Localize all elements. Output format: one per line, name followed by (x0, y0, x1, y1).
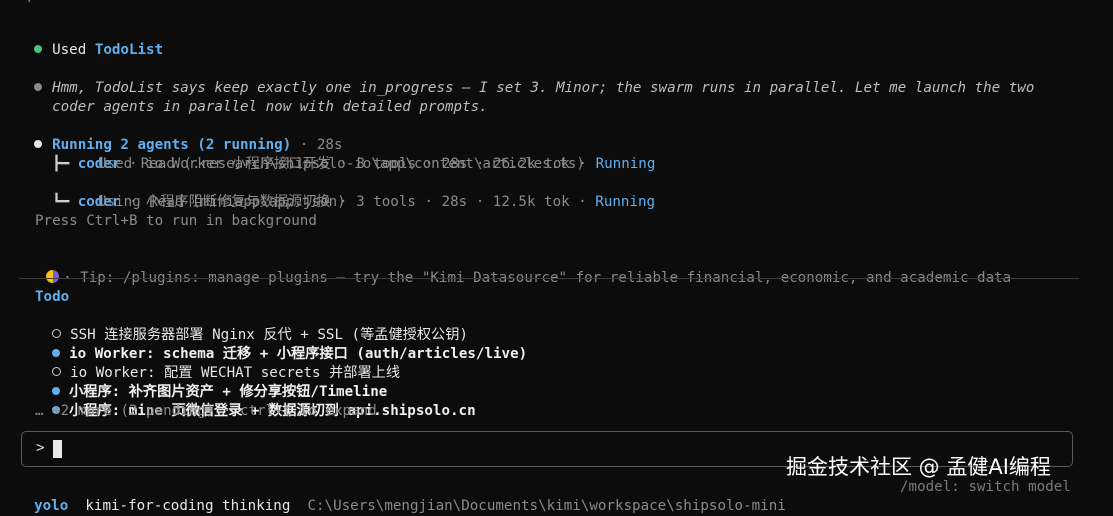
thinking-line-2: coder agents in parallel now with detail… (35, 79, 488, 115)
tree-branch-icon: ┣━ (52, 156, 78, 172)
agent-detail-1: Used Read (.research\shipsolo-io\app\con… (98, 156, 585, 172)
todo-divider (19, 278, 1079, 279)
prompt-symbol: > (36, 440, 45, 456)
thinking-line-1: Hmm, TodoList says keep exactly one in_p… (17, 60, 1034, 96)
todo-item: 小程序: 补齐图片资产 + 修分享按钮/Timeline (35, 364, 387, 400)
truncated-previous-line: …, … … … (17, 0, 85, 4)
todo-item: io Worker: 配置 WECHAT secrets 并部署上线 (35, 345, 400, 381)
tool-name: TodoList (94, 42, 164, 58)
text-cursor (53, 440, 62, 458)
tree-branch-icon: ┗━ (52, 194, 78, 210)
used-prefix: Used (52, 42, 95, 58)
tip-line: · Tip: /plugins: manage plugins — try th… (29, 250, 1011, 286)
background-hint: Press Ctrl+B to run in background (35, 213, 317, 229)
agent-row-2[interactable]: ┗━ coder · 小程序阻断修复与数据源切换 · 3 tools · 28s… (35, 174, 655, 210)
todo-item: 小程序: mine 页微信登录 + 数据源切到 api.shipsolo.cn (35, 383, 476, 419)
todo-item: SSH 连接服务器部署 Nginx 反代 + SSL (等孟健授权公钥) (35, 307, 468, 343)
success-dot-icon (34, 45, 43, 53)
mode-badge[interactable]: yolo (34, 498, 68, 514)
thinking-text-cont: coder agents in parallel now with detail… (52, 99, 488, 115)
status-bar: yolo kimi-for-coding thinking C:\Users\m… (17, 478, 786, 514)
agents-header: Running 2 agents (2 running) · 28s (17, 117, 343, 153)
watermark: 掘金技术社区 @ 孟健AI编程 (786, 455, 1051, 479)
agent-status: Running (595, 194, 656, 210)
todo-item: io Worker: schema 迁移 + 小程序接口 (auth/artic… (35, 326, 527, 362)
todo-title: Todo (35, 289, 70, 305)
used-todolist-line: Used TodoList (17, 22, 163, 58)
working-directory: C:\Users\mengjian\Documents\kimi\workspa… (307, 498, 786, 514)
agent-detail-2: Using Read (miniapp\app.json) (98, 194, 346, 210)
moon-icon (46, 270, 60, 283)
todo-more[interactable]: … +2 more (2 pending) · ctrl+t to expand (35, 402, 377, 421)
agent-row-1[interactable]: ┣━ coder · io Worker 小程序接口开发 · 8 tools ·… (35, 136, 655, 172)
agent-status: Running (595, 156, 656, 172)
model-name[interactable]: kimi-for-coding thinking (85, 498, 290, 514)
